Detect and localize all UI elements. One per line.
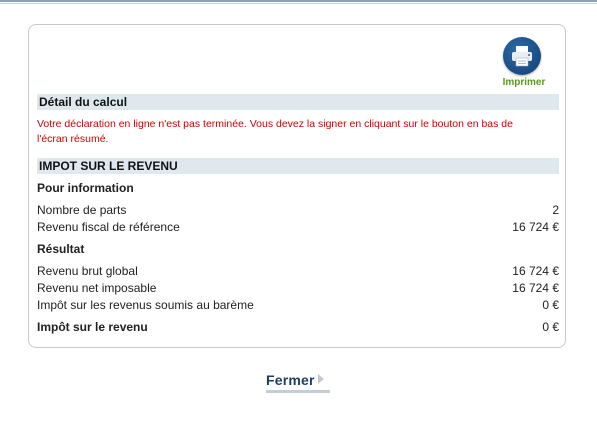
subheading-resultat: Résultat [37, 242, 85, 256]
row-label: Revenu net imposable [37, 281, 157, 295]
row-label: Impôt sur les revenus soumis au barème [37, 298, 254, 312]
row-value: 0 € [542, 298, 559, 312]
subheading-information: Pour information [37, 181, 134, 195]
calculation-panel: Imprimer Détail du calcul Votre déclarat… [28, 24, 566, 348]
row-nombre-parts: Nombre de parts 2 [37, 202, 559, 218]
row-label: Impôt sur le revenu [37, 320, 148, 334]
close-button[interactable]: Fermer [266, 372, 330, 394]
top-border [0, 0, 597, 2]
row-revenu-fiscal: Revenu fiscal de référence 16 724 € [37, 219, 559, 235]
print-label: Imprimer [502, 77, 546, 88]
row-label: Nombre de parts [37, 203, 127, 217]
row-revenu-net: Revenu net imposable 16 724 € [37, 280, 559, 296]
row-impot-total: Impôt sur le revenu 0 € [37, 319, 559, 335]
warning-message: Votre déclaration en ligne n'est pas ter… [37, 118, 513, 145]
top-border-secondary [0, 3, 597, 4]
printer-icon [503, 37, 541, 75]
row-value: 2 [552, 203, 559, 217]
row-revenu-brut: Revenu brut global 16 724 € [37, 263, 559, 279]
close-label: Fermer [266, 372, 315, 388]
row-label: Revenu fiscal de référence [37, 220, 180, 234]
row-value: 16 724 € [512, 220, 559, 234]
arrow-right-icon [317, 374, 324, 384]
row-value: 16 724 € [512, 264, 559, 278]
print-button[interactable]: Imprimer [498, 37, 554, 89]
section-title-detail: Détail du calcul [37, 94, 559, 110]
row-value: 0 € [542, 320, 559, 334]
section-title-impot: IMPOT SUR LE REVENU [37, 158, 559, 174]
close-underline [266, 390, 330, 393]
row-label: Revenu brut global [37, 264, 138, 278]
row-value: 16 724 € [512, 281, 559, 295]
row-impot-bareme: Impôt sur les revenus soumis au barème 0… [37, 297, 559, 313]
